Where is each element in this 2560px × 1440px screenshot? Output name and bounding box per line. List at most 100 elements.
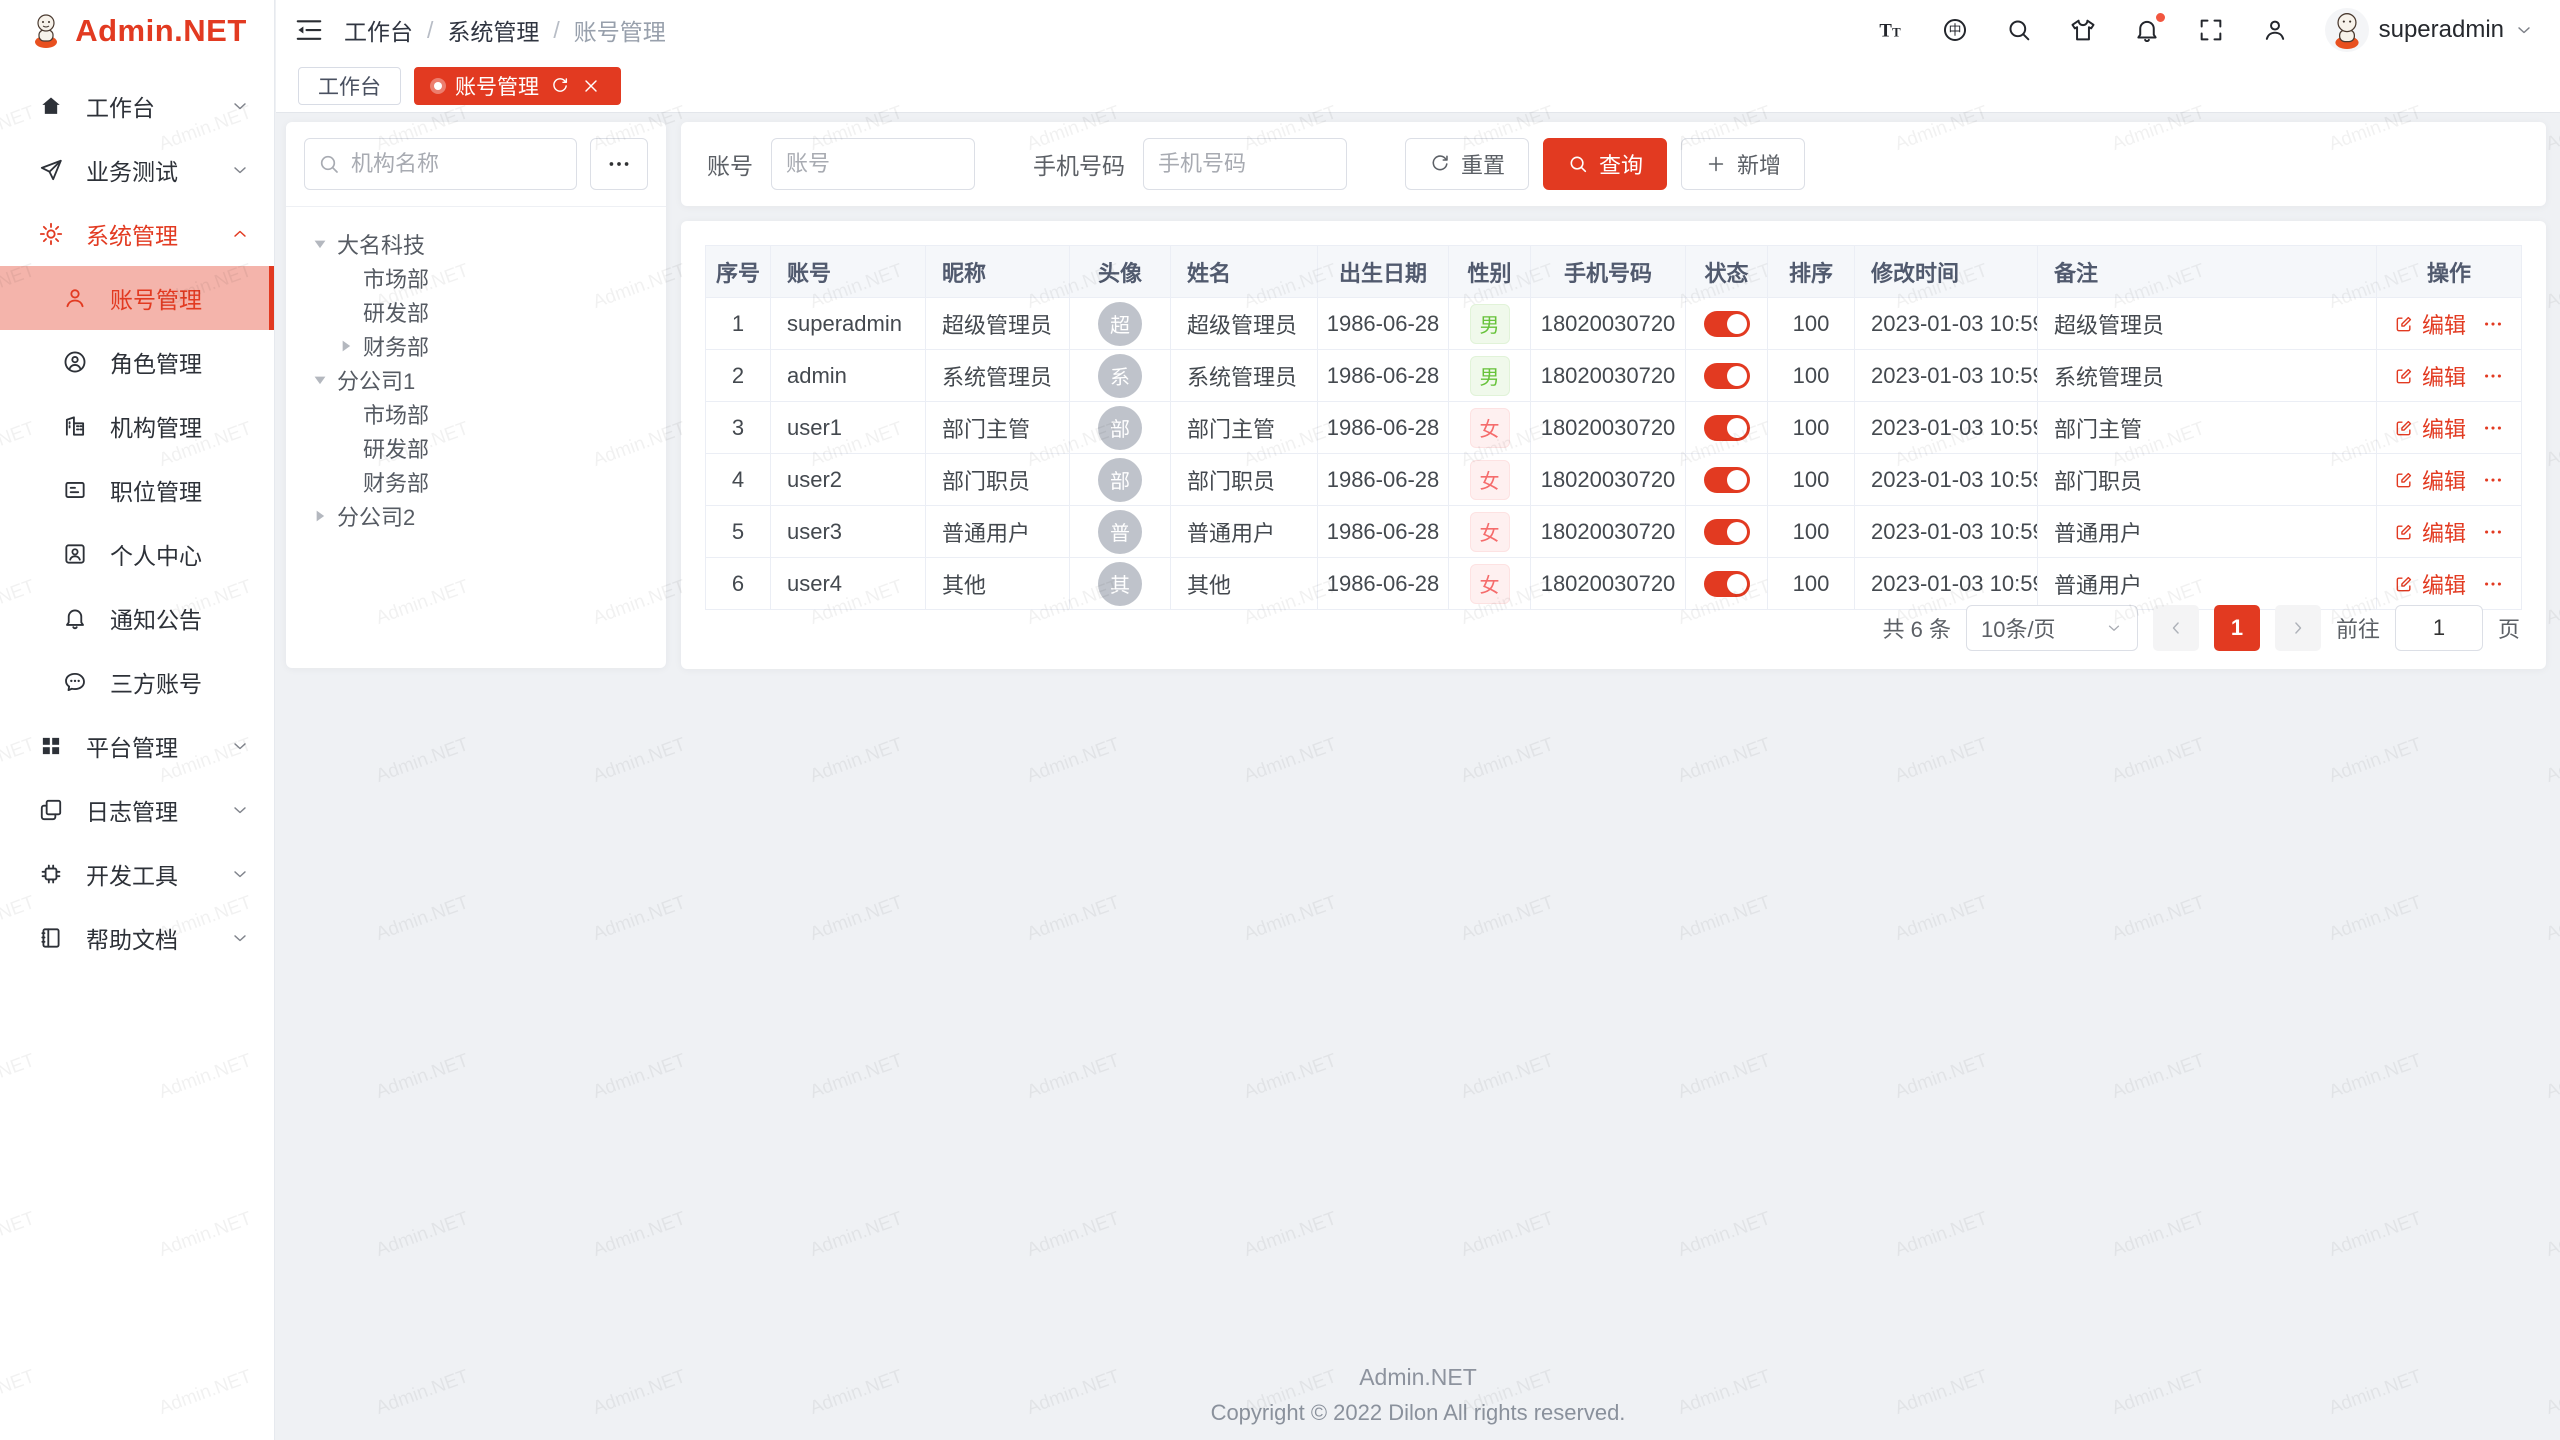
app-logo[interactable]: Admin.NET [0, 0, 274, 62]
edit-button[interactable]: 编辑 [2394, 360, 2466, 392]
status-toggle[interactable] [1704, 467, 1750, 493]
status-toggle[interactable] [1704, 363, 1750, 389]
edit-button[interactable]: 编辑 [2394, 464, 2466, 496]
gender-badge: 女 [1470, 564, 1510, 604]
row-more-button[interactable] [2482, 417, 2504, 439]
sidebar-item-system-mgmt[interactable]: 系统管理 [0, 202, 274, 266]
breadcrumb-item[interactable]: 系统管理 [447, 13, 539, 47]
edit-button[interactable]: 编辑 [2394, 308, 2466, 340]
tab-account-mgmt[interactable]: 账号管理 [414, 67, 621, 105]
refresh-icon[interactable] [550, 76, 570, 96]
sidebar-item-log-mgmt[interactable]: 日志管理 [0, 778, 274, 842]
sidebar-item-platform-mgmt[interactable]: 平台管理 [0, 714, 274, 778]
tree-node[interactable]: 分公司2 [296, 499, 656, 533]
tree-node[interactable]: 财务部 [296, 329, 656, 363]
cell-gender: 女 [1449, 506, 1531, 558]
tree-node[interactable]: 大名科技 [296, 227, 656, 261]
sidebar-item-business-test[interactable]: 业务测试 [0, 138, 274, 202]
query-button[interactable]: 查询 [1543, 138, 1667, 190]
user-menu[interactable]: superadmin [2325, 8, 2534, 52]
sidebar-item-role-mgmt[interactable]: 角色管理 [0, 330, 274, 394]
org-more-button[interactable] [590, 138, 648, 190]
phone-filter-input[interactable] [1143, 138, 1347, 190]
topbar-action-fullscreen[interactable] [2197, 16, 2225, 44]
next-page-button[interactable] [2275, 605, 2321, 651]
sidebar-item-third-account[interactable]: 三方账号 [0, 650, 274, 714]
sidebar-item-workbench[interactable]: 工作台 [0, 74, 274, 138]
edit-icon [2394, 314, 2414, 334]
send-icon [38, 157, 64, 183]
topbar-action-search[interactable] [2005, 16, 2033, 44]
reset-button[interactable]: 重置 [1405, 138, 1529, 190]
add-button[interactable]: 新增 [1681, 138, 1805, 190]
status-toggle[interactable] [1704, 311, 1750, 337]
tree-node[interactable]: 研发部 [296, 431, 656, 465]
query-button-label: 查询 [1599, 148, 1643, 180]
sidebar-item-position-mgmt[interactable]: 职位管理 [0, 458, 274, 522]
tree-node-label: 大名科技 [337, 228, 425, 260]
org-tree: 大名科技市场部研发部财务部分公司1市场部研发部财务部分公司2 [286, 207, 666, 553]
topbar-action-notification[interactable] [2133, 16, 2161, 44]
sidebar-item-dev-tools[interactable]: 开发工具 [0, 842, 274, 906]
sidebar-item-org-mgmt[interactable]: 机构管理 [0, 394, 274, 458]
tree-node-label: 财务部 [363, 466, 429, 498]
status-toggle[interactable] [1704, 571, 1750, 597]
account-filter-input[interactable] [771, 138, 975, 190]
sidebar-item-help-docs[interactable]: 帮助文档 [0, 906, 274, 970]
edit-button[interactable]: 编辑 [2394, 516, 2466, 548]
tab-workbench[interactable]: 工作台 [298, 67, 401, 105]
status-toggle[interactable] [1704, 415, 1750, 441]
topbar-action-language[interactable]: 中 [1941, 16, 1969, 44]
cell-nickname: 普通用户 [926, 506, 1070, 558]
org-search-input[interactable] [304, 138, 577, 190]
book-icon [38, 925, 64, 951]
edit-button-label: 编辑 [2422, 360, 2466, 392]
topbar-action-font-size[interactable]: TT [1877, 16, 1905, 44]
fullscreen-icon [2197, 16, 2225, 44]
page-size-select[interactable]: 10条/页 [1966, 605, 2138, 651]
page-number-current[interactable]: 1 [2214, 605, 2260, 651]
row-more-button[interactable] [2482, 573, 2504, 595]
tree-node[interactable]: 财务部 [296, 465, 656, 499]
sidebar-item-label: 工作台 [86, 89, 155, 123]
cell-seq: 1 [706, 298, 771, 350]
goto-page-input[interactable] [2395, 605, 2483, 651]
tree-node[interactable]: 市场部 [296, 261, 656, 295]
sidebar-item-notice[interactable]: 通知公告 [0, 586, 274, 650]
user-icon [62, 285, 88, 311]
cell-op: 编辑 [2377, 402, 2522, 454]
cell-phone: 18020030720 [1531, 454, 1686, 506]
idcard-icon [62, 477, 88, 503]
topbar-action-profile[interactable] [2261, 16, 2289, 44]
cell-mtime: 2023-01-03 10:59:44 [1855, 506, 2038, 558]
edit-button[interactable]: 编辑 [2394, 568, 2466, 600]
tree-node[interactable]: 市场部 [296, 397, 656, 431]
table-row: 6user4其他其其他1986-06-28女180200307201002023… [706, 558, 2522, 610]
tree-node[interactable]: 分公司1 [296, 363, 656, 397]
sidebar-item-account-mgmt[interactable]: 账号管理 [0, 266, 274, 330]
sidebar-item-personal-center[interactable]: 个人中心 [0, 522, 274, 586]
breadcrumb-item[interactable]: 工作台 [344, 13, 413, 47]
accounts-table-panel: 序号账号昵称头像姓名出生日期性别手机号码状态排序修改时间备注操作 1supera… [681, 221, 2546, 669]
caret-right-icon[interactable] [310, 506, 330, 526]
close-icon[interactable] [581, 76, 601, 96]
status-toggle[interactable] [1704, 519, 1750, 545]
column-header-mtime: 修改时间 [1855, 246, 2038, 298]
row-more-button[interactable] [2482, 469, 2504, 491]
tree-node[interactable]: 研发部 [296, 295, 656, 329]
cell-sort: 100 [1768, 298, 1855, 350]
caret-down-icon[interactable] [310, 234, 330, 254]
edit-button[interactable]: 编辑 [2394, 412, 2466, 444]
row-more-button[interactable] [2482, 365, 2504, 387]
search-icon [1567, 153, 1589, 175]
cell-seq: 3 [706, 402, 771, 454]
caret-down-icon[interactable] [310, 370, 330, 390]
avatar: 普 [1098, 510, 1142, 554]
caret-right-icon[interactable] [336, 336, 356, 356]
row-more-button[interactable] [2482, 521, 2504, 543]
row-more-button[interactable] [2482, 313, 2504, 335]
menu-fold-icon[interactable] [294, 15, 324, 45]
column-header-nickname: 昵称 [926, 246, 1070, 298]
prev-page-button[interactable] [2153, 605, 2199, 651]
topbar-action-theme[interactable] [2069, 16, 2097, 44]
